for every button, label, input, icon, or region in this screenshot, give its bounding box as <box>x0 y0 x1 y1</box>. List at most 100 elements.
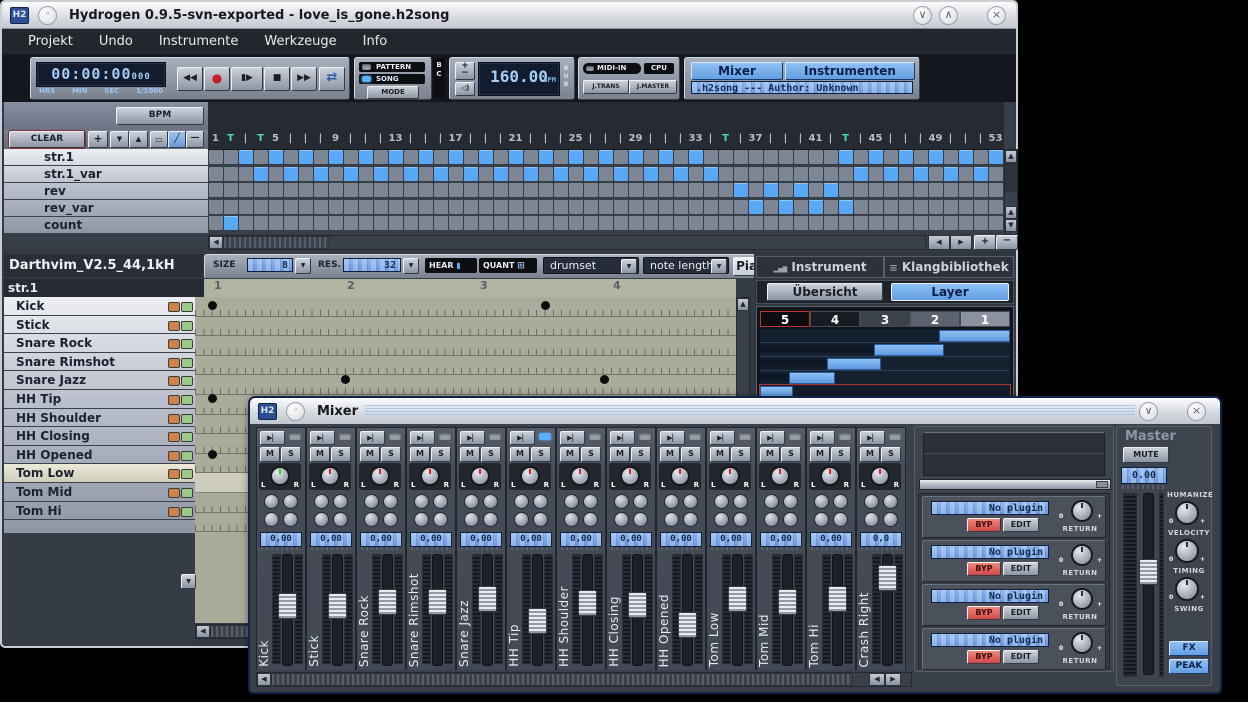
song-cell[interactable] <box>464 183 478 197</box>
song-cell[interactable] <box>299 167 313 181</box>
song-cell[interactable] <box>659 216 673 230</box>
song-cell[interactable] <box>824 183 838 197</box>
layer-header-4[interactable]: 4 <box>810 311 860 327</box>
timeline-col-20[interactable]: | <box>493 130 508 148</box>
song-cell[interactable] <box>674 216 688 230</box>
song-cell[interactable] <box>839 183 853 197</box>
song-cell[interactable] <box>599 167 613 181</box>
solo-toggle[interactable] <box>181 432 193 442</box>
song-cell[interactable] <box>269 150 283 164</box>
mute-toggle[interactable] <box>168 302 180 312</box>
song-cell[interactable] <box>989 183 1003 197</box>
drumset-select[interactable]: drumset ▼ <box>543 257 639 274</box>
layer-velocity-bar[interactable] <box>874 344 944 356</box>
layer-row-4[interactable] <box>760 371 1010 385</box>
pattern-ruler[interactable]: 1 2 3 4 <box>204 279 736 298</box>
song-cell[interactable] <box>524 150 538 164</box>
channel-fader-handle[interactable] <box>528 608 547 634</box>
timeline-col-10[interactable]: | <box>343 130 358 148</box>
timeline-col-26[interactable]: | <box>583 130 598 148</box>
song-cell[interactable] <box>479 167 493 181</box>
song-cell[interactable] <box>854 216 868 230</box>
song-cell[interactable] <box>224 150 238 164</box>
fx-send-knob-1[interactable] <box>814 494 829 509</box>
channel-solo-button[interactable]: S <box>631 447 651 462</box>
song-cell[interactable] <box>809 183 823 197</box>
velocity-dropdown-icon[interactable]: ▼ <box>181 574 196 589</box>
song-cell[interactable] <box>629 150 643 164</box>
channel-fader-handle[interactable] <box>678 612 697 638</box>
fx-send-knob-3[interactable] <box>814 512 829 527</box>
song-cell[interactable] <box>914 183 928 197</box>
song-cell[interactable] <box>269 216 283 230</box>
rewind-button[interactable]: ◀◀ <box>177 67 203 91</box>
fx-send-knob-2[interactable] <box>833 494 848 509</box>
song-cell[interactable] <box>779 150 793 164</box>
timeline-col-52[interactable]: | <box>973 130 988 148</box>
timeline-col-19[interactable]: | <box>478 130 493 148</box>
fx-send-knob-1[interactable] <box>414 494 429 509</box>
timeline-col-14[interactable]: | <box>403 130 418 148</box>
song-cell[interactable] <box>569 183 583 197</box>
jack-transport-button[interactable]: J.TRANS <box>583 80 629 94</box>
song-cell[interactable] <box>509 150 523 164</box>
timeline-col-50[interactable]: | <box>943 130 958 148</box>
pan-knob[interactable] <box>670 466 690 486</box>
song-cell[interactable] <box>929 216 943 230</box>
song-cell[interactable] <box>389 200 403 214</box>
fx-send-knob-3[interactable] <box>864 512 879 527</box>
mixer-window-menu-button[interactable]: ◦ <box>286 402 305 421</box>
song-cell[interactable] <box>899 150 913 164</box>
mute-toggle[interactable] <box>168 507 180 517</box>
song-cell[interactable] <box>479 150 493 164</box>
channel-fader-handle[interactable] <box>478 586 497 612</box>
song-cell[interactable] <box>719 167 733 181</box>
song-cell[interactable] <box>884 216 898 230</box>
move-pattern-up-button[interactable]: ▲ <box>129 131 148 148</box>
song-cell[interactable] <box>254 200 268 214</box>
song-cell[interactable] <box>494 216 508 230</box>
fx-send-knob-2[interactable] <box>333 494 348 509</box>
song-cell[interactable] <box>404 167 418 181</box>
song-cell[interactable] <box>494 150 508 164</box>
fx-send-knob-2[interactable] <box>683 494 698 509</box>
song-cell[interactable] <box>839 150 853 164</box>
song-cell[interactable] <box>464 167 478 181</box>
instrument-row-snare-rimshot[interactable]: Snare Rimshot <box>4 353 195 372</box>
close-icon[interactable]: × <box>987 6 1006 25</box>
channel-play-button[interactable]: ▶▏ <box>260 431 285 445</box>
song-cell[interactable] <box>794 183 808 197</box>
song-cell[interactable] <box>599 150 613 164</box>
fx-bypass-button[interactable]: BYP <box>967 606 1001 620</box>
song-cell[interactable] <box>599 183 613 197</box>
fx-bypass-button[interactable]: BYP <box>967 650 1001 664</box>
timeline-col-49[interactable]: 49 <box>928 130 943 148</box>
mute-toggle[interactable] <box>168 321 180 331</box>
res-dropdown-icon[interactable]: ▼ <box>403 258 419 274</box>
song-cell[interactable] <box>404 150 418 164</box>
layer-header-3[interactable]: 3 <box>860 311 910 327</box>
song-cell[interactable] <box>644 183 658 197</box>
pattern-grid-row-snare-jazz[interactable] <box>195 375 736 395</box>
jack-master-button[interactable]: J.MASTER <box>629 80 677 94</box>
delete-mode-icon[interactable]: — <box>186 131 204 148</box>
song-cell[interactable] <box>209 216 223 230</box>
quant-toggle[interactable]: QUANT ⊞ <box>479 258 537 273</box>
song-cell[interactable] <box>839 167 853 181</box>
timeline-col-51[interactable]: | <box>958 130 973 148</box>
song-cell[interactable] <box>314 150 328 164</box>
instrument-row-hh-opened[interactable]: HH Opened <box>4 446 195 465</box>
song-cell[interactable] <box>959 200 973 214</box>
fx-send-knob-3[interactable] <box>264 512 279 527</box>
song-cell[interactable] <box>629 167 643 181</box>
layer-row-1[interactable] <box>760 329 1010 343</box>
song-cell[interactable] <box>959 216 973 230</box>
fx-edit-button[interactable]: EDIT <box>1003 650 1039 664</box>
fx-send-knob-4[interactable] <box>633 512 648 527</box>
song-cell[interactable] <box>359 200 373 214</box>
master-peak-button[interactable]: PEAK <box>1169 659 1209 674</box>
song-cell[interactable] <box>374 167 388 181</box>
song-cell[interactable] <box>419 183 433 197</box>
fx-send-knob-1[interactable] <box>864 494 879 509</box>
song-cell[interactable] <box>629 216 643 230</box>
